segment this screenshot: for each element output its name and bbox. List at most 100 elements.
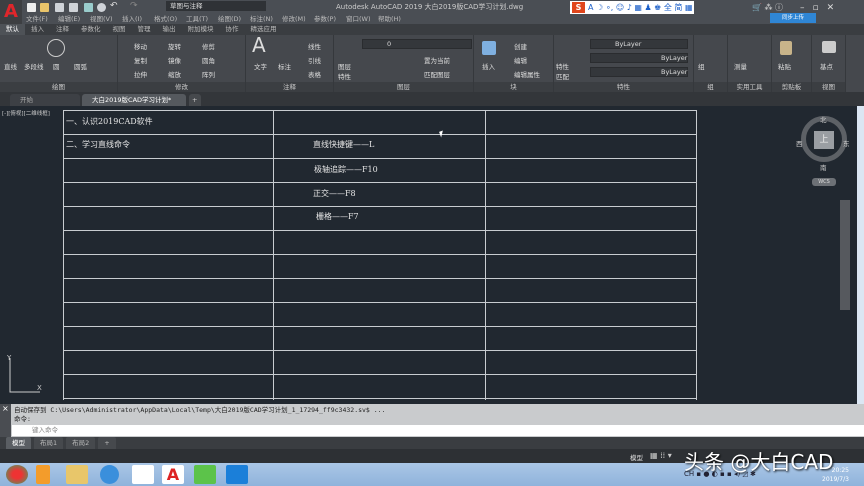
video-icon[interactable] <box>226 465 248 484</box>
modify-panel-label[interactable]: 修改 <box>118 82 245 92</box>
dimension-button[interactable]: 标注 <box>278 61 291 71</box>
start-button[interactable] <box>6 465 28 484</box>
ime-icons[interactable]: A ☽ ∘, ☺ ♪ ▦ ♟ ♚ 全 简 ▦ <box>588 3 693 12</box>
layer-properties-button[interactable]: 图层特性 <box>338 61 352 81</box>
clock[interactable]: 20:25 2019/7/3 <box>822 466 849 484</box>
circle-button[interactable]: 圆 <box>53 61 60 71</box>
copy-button[interactable]: 复制 <box>134 55 147 65</box>
polyline-button[interactable]: 多段线 <box>24 61 44 71</box>
command-input[interactable]: 键入命令 <box>12 425 864 436</box>
saveas-icon[interactable] <box>69 3 78 12</box>
model-space-toggle[interactable]: 模型 <box>630 452 643 462</box>
open-icon[interactable] <box>40 3 49 12</box>
menu-window[interactable]: 窗口(W) <box>346 13 378 23</box>
array-button[interactable]: 阵列 <box>202 69 215 79</box>
tab-manage[interactable]: 管理 <box>132 24 157 35</box>
tab-model[interactable]: 模型 <box>6 437 31 449</box>
group-button[interactable]: 组 <box>698 61 705 71</box>
compass-east[interactable]: 东 <box>843 138 850 148</box>
paste-button[interactable]: 粘贴 <box>778 61 791 71</box>
lineweight-dropdown[interactable]: ByLayer <box>590 67 688 77</box>
menu-insert[interactable]: 插入(I) <box>122 13 154 23</box>
baidu-netdisk-icon[interactable] <box>132 465 154 484</box>
compass-west[interactable]: 西 <box>796 138 803 148</box>
grid-icon[interactable]: ▦ ⁞⁞ ▾ <box>650 451 672 460</box>
move-button[interactable]: 移动 <box>134 41 147 51</box>
linear-button[interactable]: 线性 <box>308 41 321 51</box>
layer-dropdown[interactable]: 0 <box>362 39 472 49</box>
compass-north[interactable]: 北 <box>820 114 827 124</box>
stretch-button[interactable]: 拉伸 <box>134 69 147 79</box>
groups-panel-label[interactable]: 组 <box>694 82 727 92</box>
tab-start[interactable]: 开始 <box>10 94 80 106</box>
scale-button[interactable]: 缩放 <box>168 69 181 79</box>
tab-default[interactable]: 默认 <box>0 24 25 35</box>
menu-format[interactable]: 格式(O) <box>154 13 186 23</box>
menu-view[interactable]: 视图(V) <box>90 13 122 23</box>
draw-panel-label[interactable]: 绘图 <box>0 82 117 92</box>
web-icon[interactable] <box>84 3 93 12</box>
match-properties-button[interactable]: 特性匹配 <box>556 61 570 81</box>
menu-modify[interactable]: 修改(M) <box>282 13 314 23</box>
leader-button[interactable]: 引线 <box>308 55 321 65</box>
add-layout-button[interactable]: + <box>98 437 116 449</box>
menu-edit[interactable]: 编辑(E) <box>58 13 90 23</box>
rotate-button[interactable]: 旋转 <box>168 41 181 51</box>
tab-layout1[interactable]: 布局1 <box>34 437 64 449</box>
table-button[interactable]: 表格 <box>308 69 321 79</box>
window-controls[interactable]: –▫✕ <box>800 3 842 13</box>
menu-file[interactable]: 文件(F) <box>26 13 58 23</box>
layers-panel-label[interactable]: 图层 <box>334 82 473 92</box>
linetype-dropdown[interactable]: ByLayer <box>590 53 688 63</box>
menu-dimension[interactable]: 标注(N) <box>250 13 282 23</box>
redo-icon[interactable]: ↷ <box>130 1 138 11</box>
menu-parametric[interactable]: 参数(P) <box>314 13 346 23</box>
utilities-panel-label[interactable]: 实用工具 <box>728 82 771 92</box>
drawing-canvas[interactable] <box>0 106 856 404</box>
insert-button[interactable]: 插入 <box>482 61 495 71</box>
cloud-sync-button[interactable]: 同步上传 <box>770 13 816 23</box>
undo-icon[interactable]: ↶ <box>110 1 118 11</box>
media-player-icon[interactable] <box>36 465 50 484</box>
close-icon[interactable]: × <box>0 404 9 413</box>
mirror-button[interactable]: 镜像 <box>168 55 181 65</box>
trim-button[interactable]: 修剪 <box>202 41 215 51</box>
plot-icon[interactable] <box>97 3 106 12</box>
save-icon[interactable] <box>55 3 64 12</box>
tab-layout2[interactable]: 布局2 <box>66 437 96 449</box>
color-dropdown[interactable]: ByLayer <box>590 39 688 49</box>
menu-help[interactable]: 帮助(H) <box>378 13 410 23</box>
wcs-menu[interactable]: WCS <box>812 178 836 186</box>
view-panel-label[interactable]: 视图 <box>812 82 845 92</box>
new-tab-button[interactable]: + <box>189 94 201 106</box>
command-window-handle[interactable]: × <box>0 404 11 437</box>
create-block-button[interactable]: 创建 <box>514 41 527 51</box>
vertical-scrollbar[interactable] <box>857 106 864 404</box>
navigation-bar[interactable] <box>840 200 850 310</box>
file-explorer-icon[interactable] <box>66 465 88 484</box>
edit-attributes-button[interactable]: 编辑属性 <box>514 69 540 79</box>
properties-panel-label[interactable]: 特性 <box>554 82 693 92</box>
line-button[interactable]: 直线 <box>4 61 17 71</box>
clipboard-panel-label[interactable]: 剪贴板 <box>772 82 811 92</box>
tab-output[interactable]: 输出 <box>157 24 182 35</box>
tab-collaborate[interactable]: 协作 <box>220 24 245 35</box>
fillet-button[interactable]: 圆角 <box>202 55 215 65</box>
arc-button[interactable]: 圆弧 <box>74 61 87 71</box>
tab-addins[interactable]: 附加模块 <box>182 24 220 35</box>
tab-parametric[interactable]: 参数化 <box>75 24 107 35</box>
cart-icon[interactable]: 🛒 ⁂ ⓘ <box>752 2 783 13</box>
autocad-icon[interactable]: A <box>162 465 184 484</box>
ime-toolbar[interactable]: SA ☽ ∘, ☺ ♪ ▦ ♟ ♚ 全 简 ▦ <box>570 1 694 14</box>
compass-south[interactable]: 南 <box>820 162 827 172</box>
annotation-panel-label[interactable]: 注释 <box>246 82 333 92</box>
tab-view[interactable]: 视图 <box>107 24 132 35</box>
match-layer-button[interactable]: 匹配图层 <box>424 69 450 79</box>
tab-insert[interactable]: 插入 <box>25 24 50 35</box>
app-menu-button[interactable]: A <box>0 0 22 24</box>
viewport-controls[interactable]: [-][俯视][二维线框] <box>2 109 50 117</box>
base-point-button[interactable]: 基点 <box>820 61 833 71</box>
edit-block-button[interactable]: 编辑 <box>514 55 527 65</box>
menu-tools[interactable]: 工具(T) <box>186 13 218 23</box>
block-panel-label[interactable]: 块 <box>474 82 553 92</box>
